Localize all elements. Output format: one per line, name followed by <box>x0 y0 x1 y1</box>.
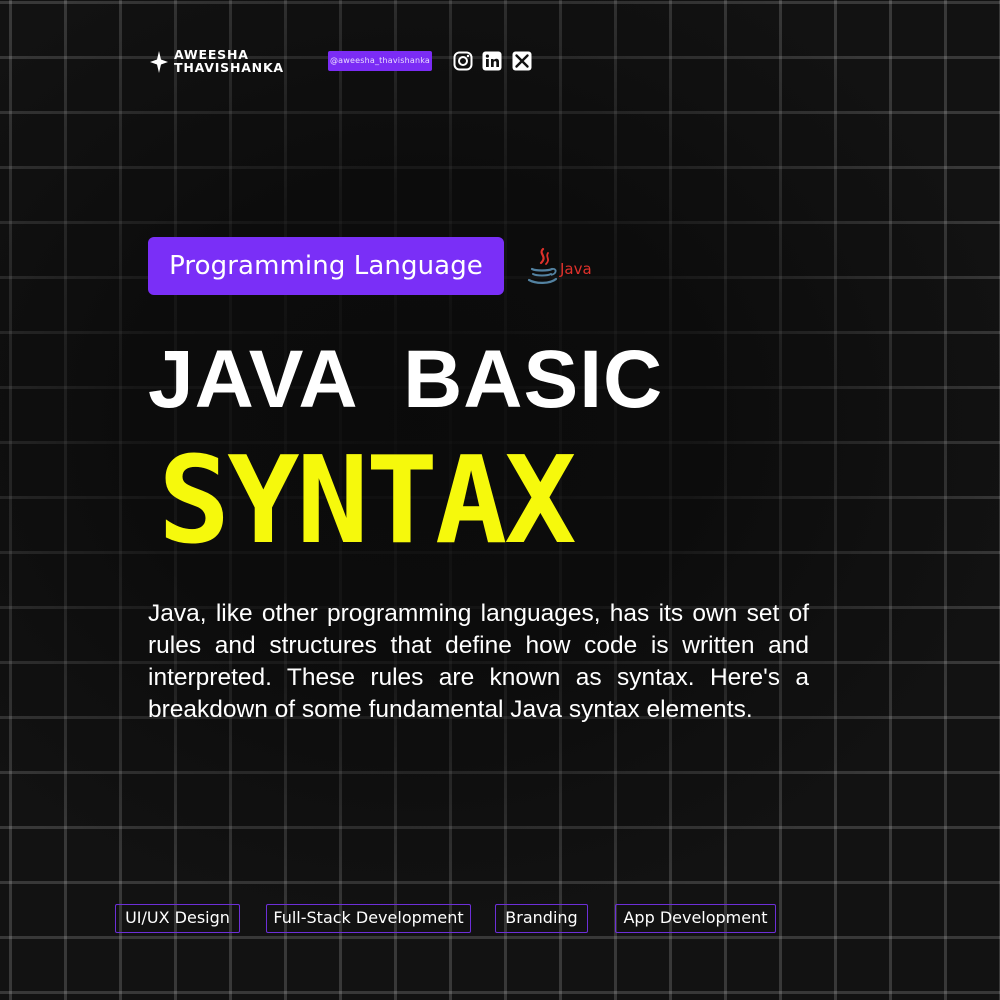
post-canvas: AWEESHA THAVISHANKA @aweesha_thavishanka… <box>0 0 1000 1000</box>
category-tag: Programming Language <box>148 237 504 295</box>
java-logo-text: Java <box>560 260 592 278</box>
social-handle-badge[interactable]: @aweesha_thavishanka <box>328 51 432 71</box>
java-cup-icon <box>527 247 558 284</box>
java-logo: Java <box>526 247 592 287</box>
chip-branding[interactable]: Branding <box>495 904 588 933</box>
brand-name: AWEESHA THAVISHANKA <box>174 48 284 75</box>
chip-app-development[interactable]: App Development <box>615 904 776 933</box>
brand-logo: AWEESHA THAVISHANKA <box>150 48 284 75</box>
brand-name-line-2: THAVISHANKA <box>174 59 284 75</box>
description-paragraph: Java, like other programming languages, … <box>148 600 809 723</box>
x-icon[interactable] <box>512 51 532 71</box>
chip-full-stack-development[interactable]: Full-Stack Development <box>266 904 471 933</box>
sparkle-star-icon <box>150 50 168 73</box>
title-line-2: SYNTAX <box>158 432 576 571</box>
instagram-icon[interactable] <box>453 51 473 71</box>
linkedin-icon[interactable] <box>482 51 502 71</box>
title-line-1: JAVA BASIC <box>148 334 664 425</box>
chip-uiux-design[interactable]: UI/UX Design <box>115 904 240 933</box>
